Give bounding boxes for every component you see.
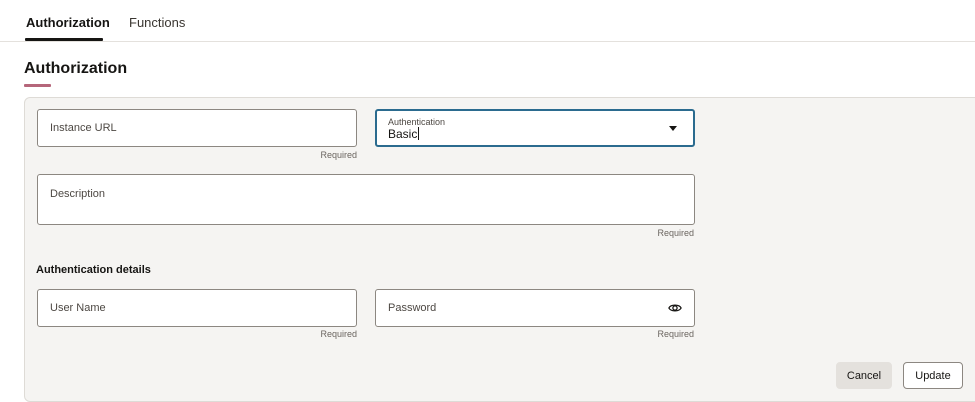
password-input[interactable]: Password bbox=[375, 289, 695, 327]
description-required-hint: Required bbox=[657, 228, 694, 238]
user-name-required-hint: Required bbox=[320, 329, 357, 339]
authentication-details-heading: Authentication details bbox=[36, 264, 151, 276]
instance-url-input[interactable]: Instance URL bbox=[37, 109, 357, 147]
eye-icon[interactable] bbox=[668, 301, 682, 315]
instance-url-required-hint: Required bbox=[320, 150, 357, 160]
cancel-button[interactable]: Cancel bbox=[836, 362, 892, 389]
active-tab-indicator bbox=[25, 38, 103, 41]
tab-functions[interactable]: Functions bbox=[129, 15, 185, 30]
description-placeholder: Description bbox=[50, 188, 106, 200]
user-name-placeholder: User Name bbox=[50, 302, 106, 314]
password-placeholder: Password bbox=[388, 302, 437, 314]
authentication-label: Authentication bbox=[388, 117, 446, 127]
password-required-hint: Required bbox=[657, 329, 694, 339]
authentication-value: Basic bbox=[388, 127, 420, 141]
chevron-down-icon[interactable] bbox=[669, 126, 677, 131]
page-title: Authorization bbox=[24, 60, 128, 77]
description-textarea[interactable]: Description bbox=[37, 174, 695, 225]
authentication-select[interactable]: Authentication Basic bbox=[375, 109, 695, 147]
title-accent-bar bbox=[24, 84, 51, 87]
user-name-input[interactable]: User Name bbox=[37, 289, 357, 327]
instance-url-placeholder: Instance URL bbox=[50, 122, 117, 134]
tab-authorization[interactable]: Authorization bbox=[26, 15, 110, 30]
update-button[interactable]: Update bbox=[903, 362, 963, 389]
tab-bar: Authorization Functions bbox=[0, 0, 975, 42]
